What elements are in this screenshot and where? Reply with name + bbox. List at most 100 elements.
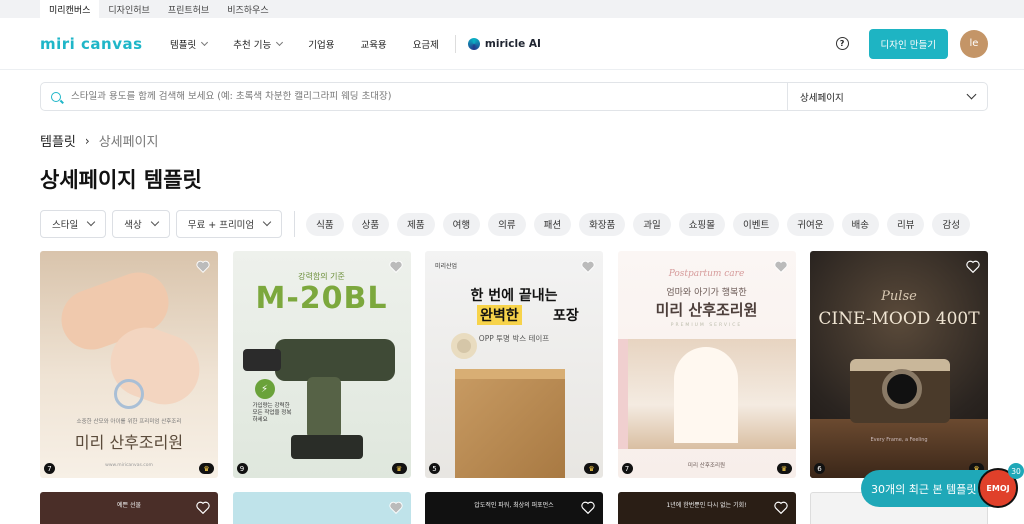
card-tagline: PREMIUM SERVICE: [670, 323, 743, 328]
card-footer: 미리 산후조리원: [687, 463, 726, 469]
search-input[interactable]: [71, 91, 787, 102]
category-select[interactable]: 상세페이지: [787, 83, 987, 110]
chip-shoppingmall[interactable]: 쇼핑몰: [678, 212, 726, 236]
drill-illustration: [290, 435, 363, 459]
chevron-down-icon: [276, 38, 284, 46]
top-service-tabs: 미리캔버스 디자인허브 프린트허브 비즈하우스: [0, 0, 1024, 18]
page-count-badge: 6: [814, 463, 825, 474]
card-script: Pulse: [881, 289, 917, 304]
card-highlight: 완벽한: [477, 305, 522, 325]
card-title: 미리 산후조리원: [74, 433, 184, 452]
crown-icon: ♛: [391, 463, 407, 474]
card-footer: Every Frame, a Feeling: [870, 437, 928, 443]
heart-icon[interactable]: [581, 260, 595, 273]
page-count-badge: 9: [236, 463, 248, 474]
filter-bar: 스타일 색상 무료 + 프리미엄 식품 상품 제품 여행 의류 패션 화장품 과…: [40, 210, 1024, 238]
card-title: 1년에 한번뿐인 다시 없는 기회!: [666, 502, 747, 509]
nav-business[interactable]: 기업용: [308, 37, 334, 51]
nav-templates[interactable]: 템플릿: [170, 37, 209, 51]
create-design-button[interactable]: 디자인 만들기: [868, 28, 948, 59]
template-card[interactable]: Postpartum care 엄마와 아기가 행복한 미리 산후조리원 PRE…: [617, 251, 796, 478]
tab-bizhouse[interactable]: 비즈하우스: [218, 0, 277, 18]
card-subtitle: 엄마와 아기가 행복한: [666, 288, 747, 298]
nav-features-label: 추천 기능: [233, 39, 272, 51]
filter-color[interactable]: 색상: [112, 210, 170, 238]
template-grid: 소중한 산모와 아이를 위한 프리미엄 산후조리 미리 산후조리원 www.mi…: [40, 251, 1024, 478]
chip-fruit[interactable]: 과일: [633, 212, 671, 236]
tab-printhub[interactable]: 프린트허브: [159, 0, 218, 18]
chip-food[interactable]: 식품: [306, 212, 344, 236]
filter-divider: [294, 211, 296, 237]
chevron-down-icon: [150, 217, 159, 227]
drill-illustration: [274, 339, 395, 381]
heart-icon[interactable]: [773, 501, 788, 514]
miricle-ai-link[interactable]: miricle AI: [467, 37, 541, 50]
breadcrumb: 템플릿 › 상세페이지: [40, 131, 1024, 151]
avatar[interactable]: le: [960, 29, 988, 58]
tape-illustration: [451, 333, 477, 359]
card-title: 압도적인 파워, 최상의 퍼포먼스: [474, 502, 554, 509]
card-script: Postpartum care: [668, 269, 745, 279]
crown-icon: ♛: [199, 463, 214, 474]
chip-cute[interactable]: 귀여운: [787, 212, 834, 236]
notification-badge: 30: [1008, 463, 1024, 479]
chip-delivery[interactable]: 배송: [841, 212, 879, 236]
logo[interactable]: miri canvas: [40, 35, 170, 53]
template-card[interactable]: 1년에 한번뿐인 다시 없는 기회!: [617, 492, 796, 524]
miricle-ai-label: miricle AI: [484, 37, 541, 50]
heart-icon[interactable]: [196, 501, 210, 514]
nav-pricing[interactable]: 요금제: [413, 37, 439, 51]
heart-icon[interactable]: [388, 501, 403, 514]
chip-event[interactable]: 이벤트: [733, 212, 780, 236]
template-card[interactable]: 미리산업 한 번에 끝내는 완벽한 포장 OPP 투명 박스 테이프 5 ♛: [425, 251, 603, 478]
miricle-ai-icon: [467, 37, 480, 50]
baby-icon: [114, 379, 144, 409]
chip-clothing[interactable]: 의류: [488, 212, 526, 236]
heart-icon[interactable]: [581, 501, 595, 514]
heart-icon[interactable]: [966, 260, 980, 273]
heart-icon[interactable]: [773, 260, 788, 273]
chevron-down-icon: [262, 217, 272, 227]
chip-fashion[interactable]: 패션: [533, 212, 572, 236]
card-blurb: 가입량는 강력한 모든 작업을 정복 하세요: [252, 403, 292, 423]
header: miri canvas 템플릿 추천 기능 기업용 교육용 요금제 miricl…: [0, 18, 1024, 70]
chevron-down-icon: [201, 38, 209, 46]
card-logo: 미리산업: [435, 263, 458, 270]
breadcrumb-root[interactable]: 템플릿: [40, 131, 76, 150]
heart-icon[interactable]: [196, 260, 210, 273]
card-subtitle: 소중한 산모와 아이를 위한 프리미엄 산후조리: [76, 419, 182, 425]
filter-color-label: 색상: [124, 220, 142, 231]
page-count-badge: 5: [429, 463, 440, 474]
drill-illustration: [306, 377, 341, 439]
breadcrumb-current: 상세페이지: [98, 135, 159, 150]
nav-education[interactable]: 교육용: [360, 37, 386, 51]
filter-price[interactable]: 무료 + 프리미엄: [175, 210, 283, 238]
chevron-down-icon: [86, 217, 96, 227]
card-title: CINE-MOOD 400T: [818, 309, 980, 329]
search-icon: [51, 91, 61, 102]
chip-product[interactable]: 제품: [397, 212, 435, 236]
chip-cosmetics[interactable]: 화장품: [579, 212, 626, 236]
nav-divider: [454, 34, 456, 53]
template-card[interactable]: 압도적인 파워, 최상의 퍼포먼스: [425, 492, 603, 524]
help-icon[interactable]: ?: [835, 37, 849, 50]
template-card[interactable]: Pulse CINE-MOOD 400T Every Frame, a Feel…: [810, 251, 988, 478]
tab-miricanvas[interactable]: 미리캔버스: [40, 0, 100, 18]
page-count-badge: 7: [621, 463, 633, 474]
nav-features[interactable]: 추천 기능: [233, 37, 284, 51]
chip-goods[interactable]: 상품: [351, 212, 390, 236]
filter-style[interactable]: 스타일: [40, 210, 107, 238]
template-card[interactable]: 강력함의 기준 M-20BL ⚡ 가입량는 강력한 모든 작업을 정복 하세요 …: [232, 251, 411, 478]
template-card[interactable]: 소중한 산모와 아이를 위한 프리미엄 산후조리 미리 산후조리원 www.mi…: [40, 251, 218, 478]
chip-emotional[interactable]: 감성: [932, 212, 970, 236]
heart-icon[interactable]: [388, 260, 403, 273]
filter-price-label: 무료 + 프리미엄: [187, 220, 255, 231]
chip-travel[interactable]: 여행: [442, 212, 481, 236]
drill-illustration: [242, 349, 281, 371]
card-title: 한 번에 끝내는: [470, 288, 558, 304]
camera-lens-illustration: [882, 369, 922, 409]
tab-designhub[interactable]: 디자인허브: [99, 0, 158, 18]
chip-review[interactable]: 리뷰: [886, 212, 925, 236]
template-card[interactable]: [232, 492, 411, 524]
template-card[interactable]: 예쁜 선물: [40, 492, 218, 524]
